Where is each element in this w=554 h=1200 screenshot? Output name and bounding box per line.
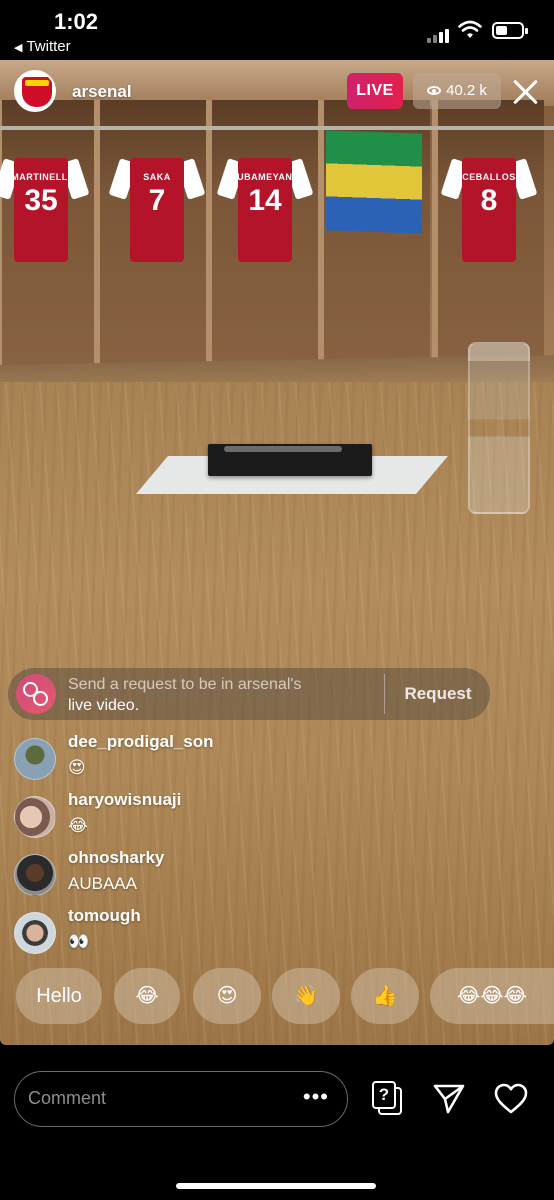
status-bar: 1:02 ◀ Twitter — [0, 0, 554, 60]
jersey-number: 14 — [248, 184, 282, 217]
guest-faces-icon — [16, 674, 56, 714]
wifi-icon — [458, 20, 482, 38]
request-message: Send a request to be in arsenal's live v… — [68, 674, 378, 716]
request-button[interactable]: Request — [386, 668, 490, 720]
join-request-banner: Send a request to be in arsenal's live v… — [8, 668, 490, 720]
more-options-icon[interactable]: ••• — [303, 1084, 329, 1110]
comment-item[interactable]: haryowisnuaji 😂 — [14, 790, 474, 840]
quick-reply-hello[interactable]: Hello — [16, 968, 102, 1024]
battery-icon — [492, 22, 528, 39]
jersey: SAKA 7 — [108, 150, 206, 262]
jersey-name: AUBAMEYANG — [230, 172, 300, 182]
comment-username[interactable]: tomough — [68, 906, 141, 926]
comment-text: AUBAAA — [68, 874, 137, 893]
hourglass — [468, 342, 530, 514]
quick-reactions-row: Hello 😂 😍 👋 👍 😂😂😂 — [16, 968, 554, 1024]
question-box-icon[interactable]: ? — [372, 1081, 402, 1115]
question-glyph: ? — [372, 1081, 396, 1109]
comment-item[interactable]: ohnosharky AUBAAA — [14, 848, 474, 898]
quick-reply-thumbs-up[interactable]: 👍 — [351, 968, 419, 1024]
viewer-count-pill[interactable]: 40.2 k — [413, 73, 501, 109]
avatar[interactable] — [14, 912, 56, 954]
eye-icon — [427, 85, 442, 95]
close-icon[interactable] — [512, 78, 540, 106]
comment-text: 😂 — [68, 816, 88, 835]
back-app-label: Twitter — [26, 38, 71, 55]
avatar[interactable] — [14, 854, 56, 896]
avatar[interactable] — [14, 796, 56, 838]
jersey-number: 7 — [148, 184, 166, 217]
jersey-number: 8 — [480, 184, 498, 217]
comment-username[interactable]: haryowisnuaji — [68, 790, 181, 810]
cellular-signal-icon — [427, 25, 451, 43]
broadcaster-avatar[interactable] — [14, 70, 56, 112]
comment-input[interactable]: Comment ••• — [14, 1071, 348, 1127]
comment-text: 👀 — [68, 932, 90, 951]
broadcaster-username[interactable]: arsenal — [72, 82, 132, 102]
send-icon[interactable] — [432, 1083, 466, 1115]
jersey-name: SAKA — [143, 172, 171, 182]
comment-username[interactable]: dee_prodigal_son — [68, 732, 213, 752]
status-time: 1:02 — [54, 9, 99, 34]
pen — [224, 446, 342, 452]
divider — [384, 674, 385, 714]
quick-reply-triple-laugh[interactable]: 😂😂😂 — [430, 968, 554, 1024]
home-indicator[interactable] — [176, 1183, 376, 1189]
quick-reply-laugh[interactable]: 😂 — [114, 968, 180, 1024]
viewer-count: 40.2 k — [446, 82, 487, 99]
avatar[interactable] — [14, 738, 56, 780]
request-text-line2: live video. — [68, 697, 140, 714]
comment-item[interactable]: tomough 👀 — [14, 906, 474, 956]
live-badge: LIVE — [347, 73, 403, 109]
quick-reply-heart-eyes[interactable]: 😍 — [193, 968, 261, 1024]
bottom-bar: Comment ••• ? — [0, 1045, 554, 1200]
jersey-name: CEBALLOS — [462, 172, 516, 182]
comment-username[interactable]: ohnosharky — [68, 848, 164, 868]
jersey-name: MARTINELLI — [11, 172, 71, 182]
jersey: MARTINELLI 35 — [0, 150, 90, 262]
heart-icon[interactable] — [494, 1083, 528, 1115]
flag — [326, 130, 422, 234]
jersey: CEBALLOS 8 — [440, 150, 538, 262]
comment-placeholder: Comment — [28, 1088, 107, 1108]
quick-reply-wave[interactable]: 👋 — [272, 968, 340, 1024]
comment-text: 😍 — [68, 758, 86, 777]
request-text-line1: Send a request to be in arsenal's — [68, 676, 302, 693]
jersey: AUBAMEYANG 14 — [216, 150, 314, 262]
back-to-app-link[interactable]: ◀ Twitter — [14, 38, 71, 55]
back-triangle-icon: ◀ — [14, 42, 23, 54]
live-header: arsenal LIVE 40.2 k — [0, 60, 554, 130]
jersey-number: 35 — [24, 184, 58, 217]
comment-item[interactable]: dee_prodigal_son 😍 — [14, 732, 474, 782]
